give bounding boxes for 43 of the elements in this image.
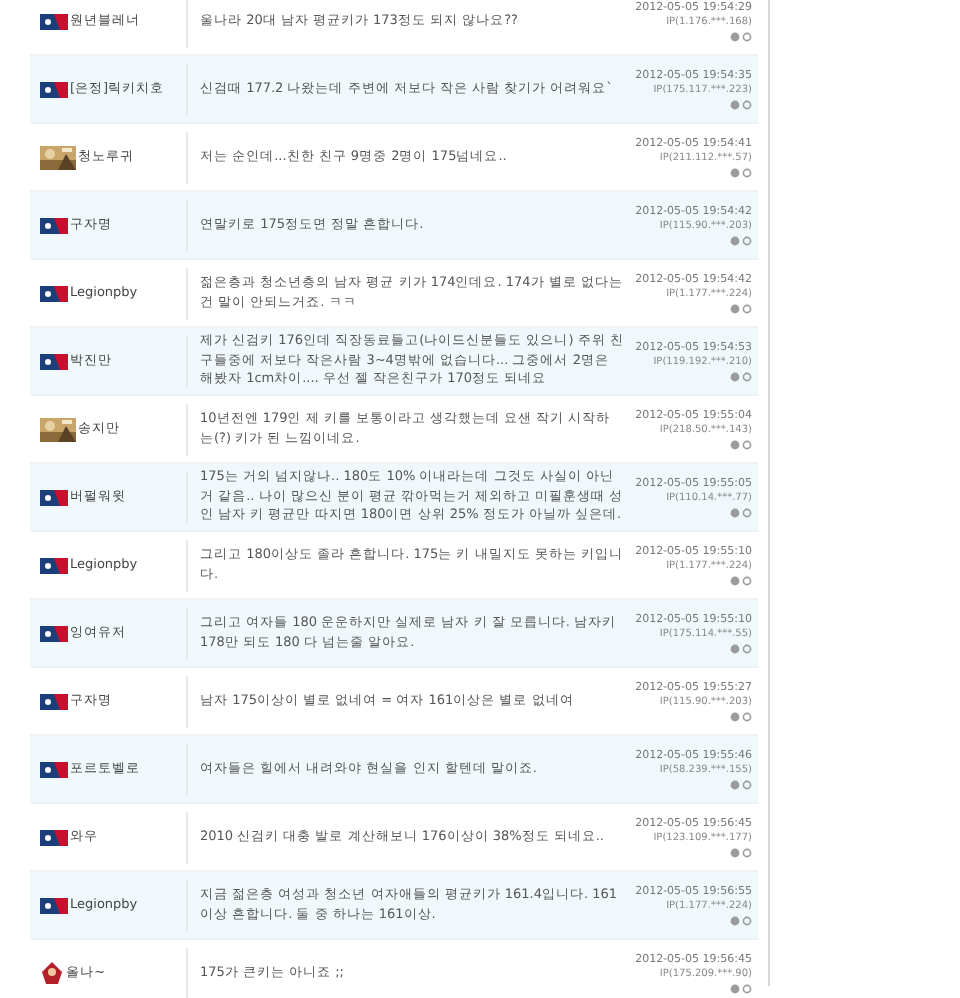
reply-icon[interactable] bbox=[730, 983, 740, 993]
team-logo-icon bbox=[40, 489, 68, 505]
team-logo-icon bbox=[40, 13, 68, 29]
reply-icon[interactable] bbox=[730, 847, 740, 857]
reply-icon[interactable] bbox=[730, 167, 740, 177]
report-icon[interactable] bbox=[742, 439, 752, 449]
report-icon[interactable] bbox=[742, 847, 752, 857]
reply-icon[interactable] bbox=[730, 99, 740, 109]
mascot-icon bbox=[40, 962, 64, 984]
report-icon[interactable] bbox=[742, 167, 752, 177]
team-logo-icon bbox=[40, 897, 68, 913]
team-logo-icon bbox=[40, 353, 68, 369]
reply-icon[interactable] bbox=[730, 303, 740, 313]
report-icon[interactable] bbox=[742, 99, 752, 109]
report-icon[interactable] bbox=[742, 371, 752, 381]
team-logo-icon bbox=[40, 625, 68, 641]
reply-icon[interactable] bbox=[730, 711, 740, 721]
team-logo-icon bbox=[40, 693, 68, 709]
reply-icon[interactable] bbox=[730, 439, 740, 449]
report-icon[interactable] bbox=[742, 779, 752, 789]
report-icon[interactable] bbox=[742, 575, 752, 585]
team-logo-icon bbox=[40, 81, 68, 97]
team-logo-icon bbox=[40, 761, 68, 777]
report-icon[interactable] bbox=[742, 643, 752, 653]
reply-icon[interactable] bbox=[730, 371, 740, 381]
team-logo-icon bbox=[40, 829, 68, 845]
reply-icon[interactable] bbox=[730, 31, 740, 41]
report-icon[interactable] bbox=[742, 983, 752, 993]
reply-icon[interactable] bbox=[730, 235, 740, 245]
report-icon[interactable] bbox=[742, 235, 752, 245]
report-icon[interactable] bbox=[742, 915, 752, 925]
report-icon[interactable] bbox=[742, 507, 752, 517]
report-icon[interactable] bbox=[742, 303, 752, 313]
reply-icon[interactable] bbox=[730, 507, 740, 517]
reply-icon[interactable] bbox=[730, 643, 740, 653]
reply-icon[interactable] bbox=[730, 575, 740, 585]
reply-icon[interactable] bbox=[730, 915, 740, 925]
report-icon[interactable] bbox=[742, 711, 752, 721]
team-logo-icon bbox=[40, 557, 68, 573]
team-logo-icon bbox=[40, 217, 68, 233]
report-icon[interactable] bbox=[742, 31, 752, 41]
reply-icon[interactable] bbox=[730, 779, 740, 789]
team-logo-icon bbox=[40, 285, 68, 301]
